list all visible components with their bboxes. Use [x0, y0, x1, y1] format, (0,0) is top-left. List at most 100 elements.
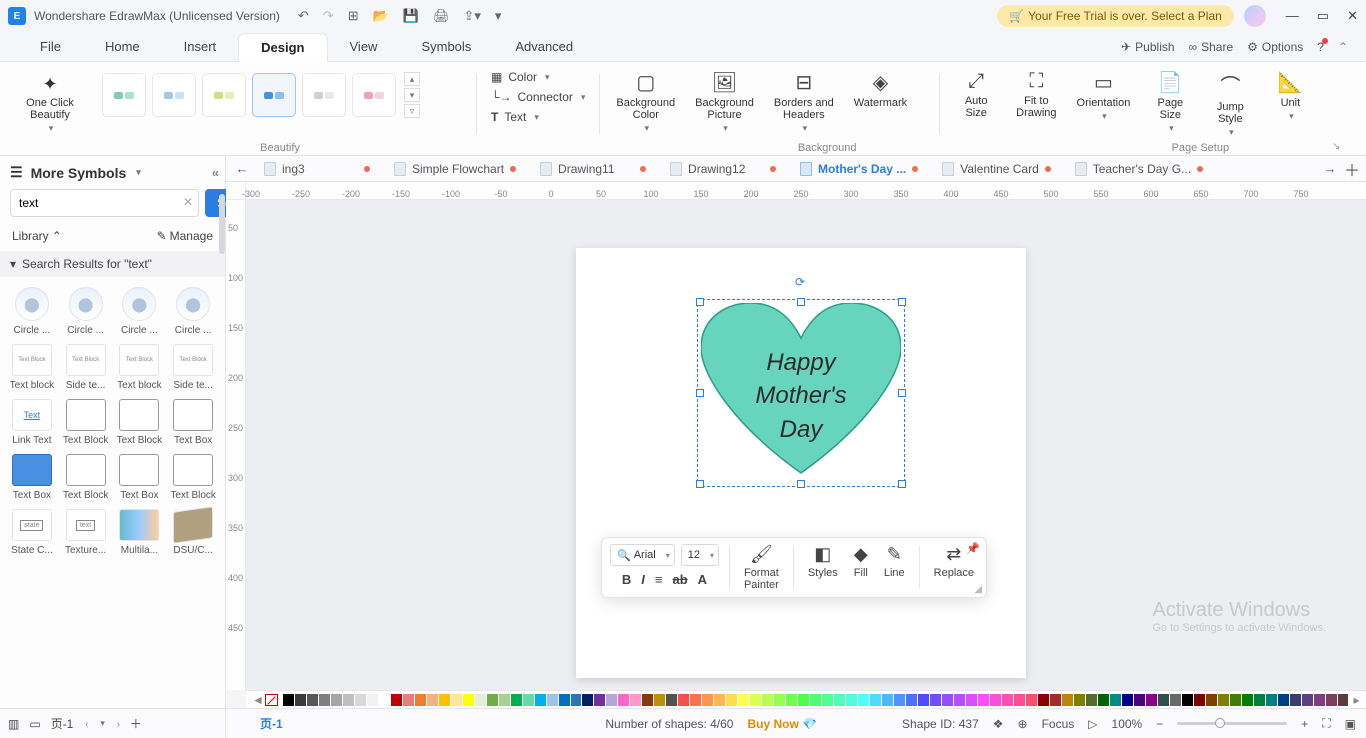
color-swatch[interactable]	[319, 694, 330, 706]
color-swatch[interactable]	[1290, 694, 1301, 706]
unit-button[interactable]: 📐Unit▾	[1260, 68, 1320, 124]
fit-drawing-button[interactable]: ⛶Fit to Drawing	[1006, 68, 1066, 121]
manage-button[interactable]: ✎Manage	[157, 229, 213, 243]
symbol-item[interactable]: Text Block	[114, 397, 166, 448]
color-swatch[interactable]	[954, 694, 965, 706]
fit-page-icon[interactable]: ⛶	[1322, 716, 1330, 731]
symbol-item[interactable]: TextLink Text	[6, 397, 58, 448]
color-swatch[interactable]	[1242, 694, 1253, 706]
color-swatch[interactable]	[1302, 694, 1313, 706]
italic-button[interactable]: I	[641, 572, 645, 587]
format-painter-button[interactable]: 🖌Format Painter	[740, 544, 783, 591]
color-swatch[interactable]	[547, 694, 558, 706]
library-toggle[interactable]: Library ⌃	[12, 229, 62, 243]
color-swatch[interactable]	[918, 694, 929, 706]
bold-button[interactable]: B	[622, 572, 631, 587]
symbol-item[interactable]: Text BlockSide te...	[60, 342, 112, 393]
align-button[interactable]: ≡	[655, 572, 663, 587]
color-swatch[interactable]	[690, 694, 701, 706]
undo-icon[interactable]: ↶	[298, 8, 309, 24]
symbol-item[interactable]: Text Box	[167, 397, 219, 448]
borders-headers-button[interactable]: ⊟Borders and Headers▾	[764, 68, 844, 136]
theme-up-icon[interactable]: ▴	[404, 72, 420, 86]
close-icon[interactable]: ✕	[1347, 8, 1358, 24]
resize-handle-tr[interactable]	[898, 298, 906, 306]
color-swatch[interactable]	[750, 694, 761, 706]
color-swatch[interactable]	[1122, 694, 1133, 706]
menu-design[interactable]: Design	[238, 33, 327, 62]
tabs-next-icon[interactable]: →	[1320, 161, 1340, 176]
collapse-panel-icon[interactable]: «	[212, 165, 219, 180]
drawing-page[interactable]: ⟳ Happy Mother's Day	[576, 248, 1026, 678]
theme-preset-1[interactable]	[102, 73, 146, 117]
color-swatch[interactable]	[678, 694, 689, 706]
color-swatch[interactable]	[594, 694, 605, 706]
notifications-button[interactable]: ?	[1317, 40, 1324, 54]
color-swatch[interactable]	[1230, 694, 1241, 706]
color-swatch[interactable]	[618, 694, 629, 706]
page-setup-launcher-icon[interactable]: ↘	[1332, 141, 1340, 152]
color-swatch[interactable]	[834, 694, 845, 706]
export-icon[interactable]: ⇪▾	[464, 8, 481, 24]
color-swatch[interactable]	[475, 694, 486, 706]
color-swatch[interactable]	[738, 694, 749, 706]
symbol-item[interactable]: ⬤Circle ...	[167, 285, 219, 338]
color-swatch[interactable]	[1062, 694, 1073, 706]
color-swatch[interactable]	[978, 694, 989, 706]
page-tab-1[interactable]: 页-1	[250, 712, 293, 735]
color-swatch[interactable]	[654, 694, 665, 706]
color-swatch[interactable]	[870, 694, 881, 706]
color-swatch[interactable]	[1002, 694, 1013, 706]
color-swatch[interactable]	[403, 694, 414, 706]
symbol-item[interactable]: Text Box	[114, 452, 166, 503]
color-swatch[interactable]	[942, 694, 953, 706]
maximize-icon[interactable]: ▭	[1317, 8, 1329, 24]
options-button[interactable]: ⚙Options	[1247, 40, 1303, 54]
text-dropdown[interactable]: TText▾	[491, 110, 585, 124]
color-swatch[interactable]	[726, 694, 737, 706]
theme-preset-3[interactable]	[202, 73, 246, 117]
color-swatch[interactable]	[535, 694, 546, 706]
color-swatch[interactable]	[762, 694, 773, 706]
heart-shape-selection[interactable]: ⟳ Happy Mother's Day	[701, 303, 901, 483]
theme-more-icon[interactable]: ▿	[404, 104, 420, 118]
color-swatch[interactable]	[559, 694, 570, 706]
symbol-item[interactable]: Text BlockText block	[114, 342, 166, 393]
color-swatch[interactable]	[702, 694, 713, 706]
resize-handle-l[interactable]	[696, 389, 704, 397]
resize-handle-t[interactable]	[797, 298, 805, 306]
auto-size-button[interactable]: ⤢Auto Size	[946, 68, 1006, 121]
trial-banner[interactable]: 🛒 Your Free Trial is over. Select a Plan	[997, 5, 1234, 27]
document-tab[interactable]: Mother's Day ...	[788, 156, 930, 182]
present-icon[interactable]: ▷	[1088, 717, 1097, 731]
resize-handle-r[interactable]	[898, 389, 906, 397]
qat-more-icon[interactable]: ▾	[495, 8, 502, 24]
theme-preset-5[interactable]	[302, 73, 346, 117]
symbol-item[interactable]: ⬤Circle ...	[6, 285, 58, 338]
color-swatch[interactable]	[786, 694, 797, 706]
new-icon[interactable]: ⊞	[348, 8, 359, 24]
color-swatch[interactable]	[1158, 694, 1169, 706]
tabs-prev-icon[interactable]: ←	[232, 161, 252, 176]
color-swatch[interactable]	[283, 694, 294, 706]
menu-insert[interactable]: Insert	[162, 33, 239, 60]
document-tab[interactable]: Valentine Card	[930, 156, 1063, 182]
page-size-button[interactable]: 📄Page Size▾	[1140, 68, 1200, 136]
color-swatch[interactable]	[391, 694, 402, 706]
color-swatch[interactable]	[846, 694, 857, 706]
collapse-ribbon-icon[interactable]: ⌃	[1338, 40, 1348, 54]
color-swatch[interactable]	[798, 694, 809, 706]
color-swatch[interactable]	[1074, 694, 1085, 706]
add-page-icon[interactable]: ＋	[130, 715, 142, 732]
color-swatch[interactable]	[630, 694, 641, 706]
fill-button[interactable]: ◆Fill	[850, 544, 872, 579]
styles-button[interactable]: ◧Styles	[804, 544, 842, 579]
color-swatch[interactable]	[894, 694, 905, 706]
document-tab[interactable]: ing3	[252, 156, 382, 182]
symbol-search-input[interactable]	[10, 189, 199, 217]
zoom-thumb[interactable]	[1215, 718, 1225, 728]
jump-style-button[interactable]: ⌒Jump Style▾	[1200, 68, 1260, 140]
color-swatch[interactable]	[990, 694, 1001, 706]
color-swatch[interactable]	[882, 694, 893, 706]
symbol-item[interactable]: ⬤Circle ...	[60, 285, 112, 338]
